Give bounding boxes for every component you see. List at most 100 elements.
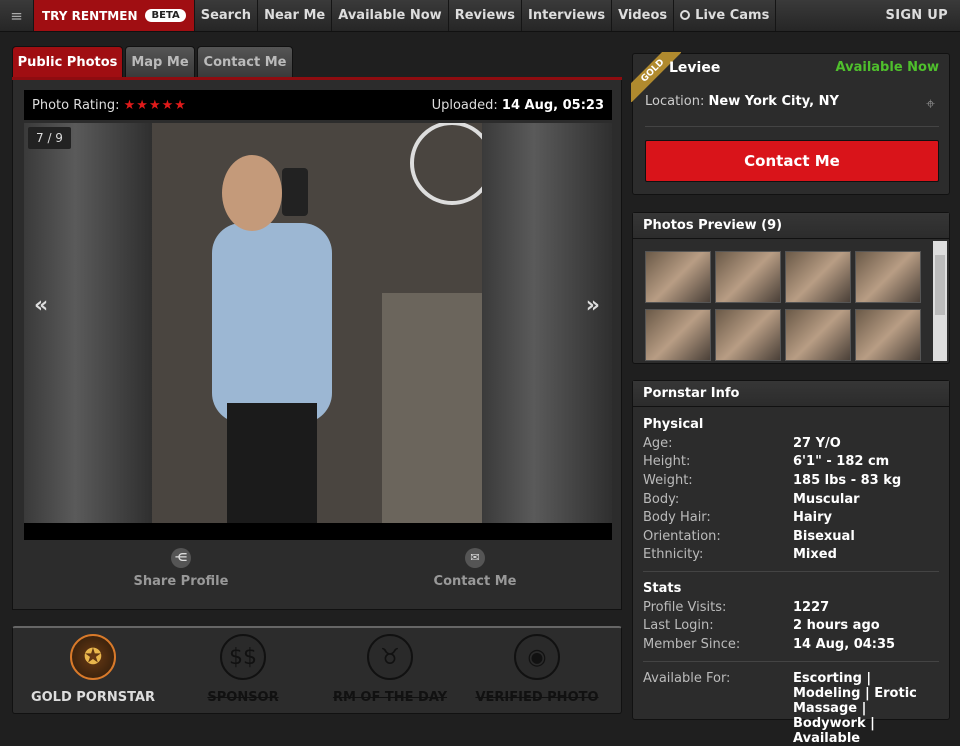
upload-info: Uploaded: 14 Aug, 05:23 [432,98,604,113]
photo-thumbnail[interactable] [715,251,781,303]
available-for-label: Available For: [643,671,731,686]
badges-panel: ✪ GOLD PORNSTAR $$ SPONSOR ♉ RM OF THE D… [12,626,622,714]
photos-preview-title: Photos Preview (9) [633,213,949,239]
nav-near-me[interactable]: Near Me [258,0,333,31]
nav-search[interactable]: Search [195,0,259,31]
share-profile-label: Share Profile [133,574,229,589]
info-value: 185 lbs - 83 kg [793,473,902,488]
nav-live-cams-label: Live Cams [695,8,770,23]
award-icon: ✪ [70,634,116,680]
badge-sponsor[interactable]: $$ SPONSOR [178,634,308,705]
info-key: Body: [643,492,680,507]
info-key: Body Hair: [643,510,711,525]
location: Location: New York City, NY [645,94,839,109]
photo-rating-label: Photo Rating: [32,97,120,113]
stats-heading: Stats [643,581,682,596]
star-rating-icon: ★★★★★ [123,97,187,113]
badge-label: VERIFIED PHOTO [475,690,599,705]
scrollbar-thumb[interactable] [935,255,945,315]
nav-videos[interactable]: Videos [612,0,675,31]
info-value: Muscular [793,492,860,507]
info-value: Hairy [793,510,832,525]
nav-interviews[interactable]: Interviews [522,0,613,31]
beta-badge: BETA [145,9,186,22]
photo-tabs: Public Photos Map Me Contact Me [12,46,622,80]
photo-info-bar: Photo Rating: ★★★★★ Uploaded: 14 Aug, 05… [24,90,612,120]
photo-caption-bar [24,523,612,540]
location-value: New York City, NY [708,94,839,109]
camera-icon: ◉ [514,634,560,680]
photo-thumbnail[interactable] [715,309,781,361]
divider [645,126,939,127]
bull-icon: ♉ [367,634,413,680]
pornstar-info-title: Pornstar Info [633,381,949,407]
share-profile-button[interactable]: ⋲ Share Profile [101,548,261,589]
hamburger-icon[interactable]: ≡ [0,0,34,31]
tab-public-photos[interactable]: Public Photos [12,46,123,77]
badge-verified-photo[interactable]: ◉ VERIFIED PHOTO [472,634,602,705]
tab-contact-me[interactable]: Contact Me [197,46,293,77]
divider [643,661,939,662]
photo-thumbnail[interactable] [645,309,711,361]
badge-label: SPONSOR [207,690,279,705]
info-key: Ethnicity: [643,547,704,562]
location-label: Location: [645,94,705,109]
photo-rating: Photo Rating: ★★★★★ [32,98,187,113]
info-value: 27 Y/O [793,436,841,451]
info-key: Weight: [643,473,693,488]
profile-name: Leviee [669,60,721,76]
try-rentmen-button[interactable]: TRY RENTMEN BETA [34,0,195,31]
profile-card: GOLD Leviee Available Now Location: New … [631,52,950,195]
badge-label: RM OF THE DAY [332,690,448,705]
photo-thumbnail[interactable] [785,251,851,303]
photo-carousel[interactable]: 7 / 9 « » [24,123,612,523]
chevron-right-icon[interactable]: » [586,293,600,318]
tab-map-me[interactable]: Map Me [125,46,195,77]
pin-icon [680,9,691,20]
map-marker-icon[interactable]: ⌖ [926,94,935,114]
uploaded-label: Uploaded: [431,97,498,113]
brand-label: TRY RENTMEN [42,8,138,23]
next-photo[interactable] [482,123,612,523]
availability-status: Available Now [835,60,939,75]
badge-label: GOLD PORNSTAR [30,690,156,705]
envelope-icon: ✉ [465,548,485,568]
info-key: Member Since: [643,637,741,652]
photo-counter: 7 / 9 [28,127,71,149]
badge-rm-of-the-day[interactable]: ♉ RM OF THE DAY [325,634,455,705]
pornstar-info-panel: Pornstar Info Physical Age: 27 Y/O Height… [632,380,950,746]
info-key: Height: [643,454,691,469]
contact-me-action-button[interactable]: ✉ Contact Me [395,548,555,589]
available-for-value: Escorting | Modeling | Erotic Massage | … [793,671,917,746]
physical-heading: Physical [643,417,704,432]
thumbnail-scrollbar[interactable] [933,241,947,361]
uploaded-value: 14 Aug, 05:23 [501,97,604,113]
photo-thumbnail[interactable] [645,251,711,303]
photo-thumbnail[interactable] [855,251,921,303]
divider [643,571,939,572]
sign-up-link[interactable]: SIGN UP [874,0,960,31]
info-value: 14 Aug, 04:35 [793,637,896,652]
info-value: Mixed [793,547,837,562]
photo-placeholder-graphic [152,123,494,523]
info-value: 2 hours ago [793,618,880,633]
top-navbar: ≡ TRY RENTMEN BETA Search Near Me Availa… [0,0,960,32]
info-key: Age: [643,436,673,451]
info-value: 6'1" - 182 cm [793,454,890,469]
nav-live-cams[interactable]: Live Cams [674,0,777,31]
thumbnail-grid [645,251,921,361]
photo-thumbnail[interactable] [855,309,921,361]
chevron-left-icon[interactable]: « [34,293,48,318]
photo-panel: Photo Rating: ★★★★★ Uploaded: 14 Aug, 05… [12,80,622,610]
info-key: Profile Visits: [643,600,727,615]
nav-available-now[interactable]: Available Now [332,0,449,31]
info-key: Orientation: [643,529,721,544]
nav-reviews[interactable]: Reviews [449,0,523,31]
info-value: 1227 [793,600,830,615]
contact-me-button[interactable]: Contact Me [645,140,939,182]
current-photo[interactable] [152,123,494,523]
previous-photo[interactable] [24,123,152,523]
photo-thumbnail[interactable] [785,309,851,361]
info-key: Last Login: [643,618,714,633]
badge-gold-pornstar[interactable]: ✪ GOLD PORNSTAR [28,634,158,705]
